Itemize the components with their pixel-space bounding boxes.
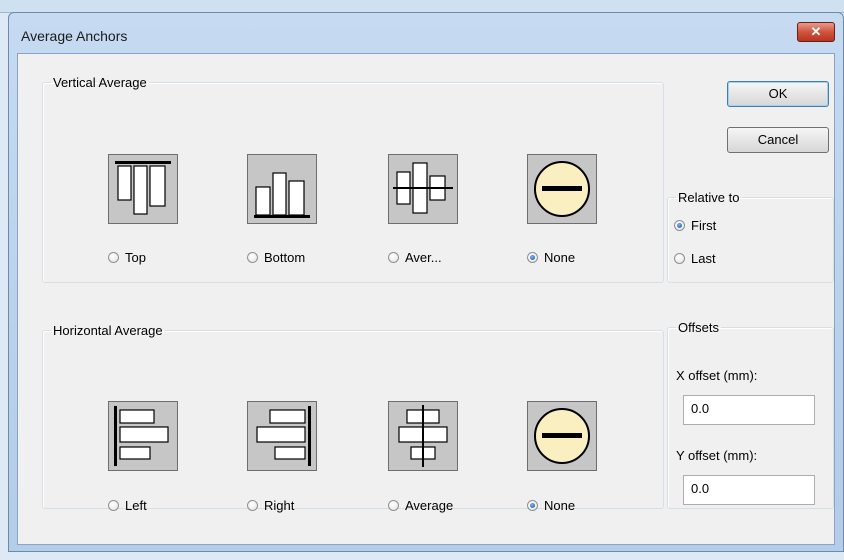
align-vertical-center-icon[interactable] [388,154,458,224]
radio-circle[interactable] [247,500,258,511]
offsets-legend: Offsets [678,320,719,335]
vertical-average-legend: Vertical Average [53,75,147,90]
horizontal-right-radio[interactable]: Right [247,498,294,513]
horizontal-none-radio[interactable]: None [527,498,575,513]
x-offset-input[interactable]: 0.0 [683,395,815,425]
dialog-client-area: Vertical Average Top Bottom Aver... None… [17,53,835,545]
radio-circle[interactable] [674,253,685,264]
ok-button[interactable]: OK [727,81,829,107]
horizontal-none-label: None [544,498,576,513]
align-left-icon[interactable] [108,401,178,471]
relative-last-radio[interactable]: Last [674,251,716,266]
dialog-window: Average Anchors ✕ Vertical Average Top B… [8,12,844,552]
horizontal-right-label: Right [264,498,295,513]
none-icon[interactable] [527,154,597,224]
relative-last-label: Last [691,251,716,266]
close-icon: ✕ [810,24,822,39]
close-button[interactable]: ✕ [797,22,835,42]
vertical-average-label: Aver... [405,250,442,265]
vertical-top-label: Top [125,250,146,265]
horizontal-average-group: Horizontal Average Left Right Average No… [42,323,664,513]
radio-circle[interactable] [247,252,258,263]
horizontal-average-legend: Horizontal Average [53,323,163,338]
relative-first-label: First [691,218,717,233]
radio-circle[interactable] [527,252,538,263]
y-offset-label: Y offset (mm): [676,448,758,463]
x-offset-label: X offset (mm): [676,368,758,383]
none-icon[interactable] [527,401,597,471]
vertical-average-group: Vertical Average Top Bottom Aver... None [42,75,664,283]
vertical-top-radio[interactable]: Top [108,250,146,265]
radio-circle[interactable] [674,220,685,231]
horizontal-left-label: Left [125,498,147,513]
y-offset-input[interactable]: 0.0 [683,475,815,505]
horizontal-average-radio[interactable]: Average [388,498,453,513]
radio-circle[interactable] [527,500,538,511]
align-horizontal-center-icon[interactable] [388,401,458,471]
vertical-bottom-label: Bottom [264,250,306,265]
vertical-bottom-radio[interactable]: Bottom [247,250,305,265]
relative-first-radio[interactable]: First [674,218,716,233]
vertical-none-label: None [544,250,576,265]
radio-circle[interactable] [108,252,119,263]
horizontal-left-radio[interactable]: Left [108,498,147,513]
align-right-icon[interactable] [247,401,317,471]
vertical-average-radio[interactable]: Aver... [388,250,442,265]
radio-circle[interactable] [388,252,399,263]
align-top-icon[interactable] [108,154,178,224]
relative-to-legend: Relative to [678,190,740,205]
offsets-group: Offsets X offset (mm): 0.0 Y offset (mm)… [667,320,834,509]
radio-circle[interactable] [388,500,399,511]
title-bar[interactable]: Average Anchors ✕ [9,13,843,53]
horizontal-average-label: Average [405,498,454,513]
vertical-none-radio[interactable]: None [527,250,575,265]
relative-to-group: Relative to First Last [667,190,834,283]
radio-circle[interactable] [108,500,119,511]
window-title: Average Anchors [21,28,128,44]
cancel-button[interactable]: Cancel [727,127,829,153]
align-bottom-icon[interactable] [247,154,317,224]
